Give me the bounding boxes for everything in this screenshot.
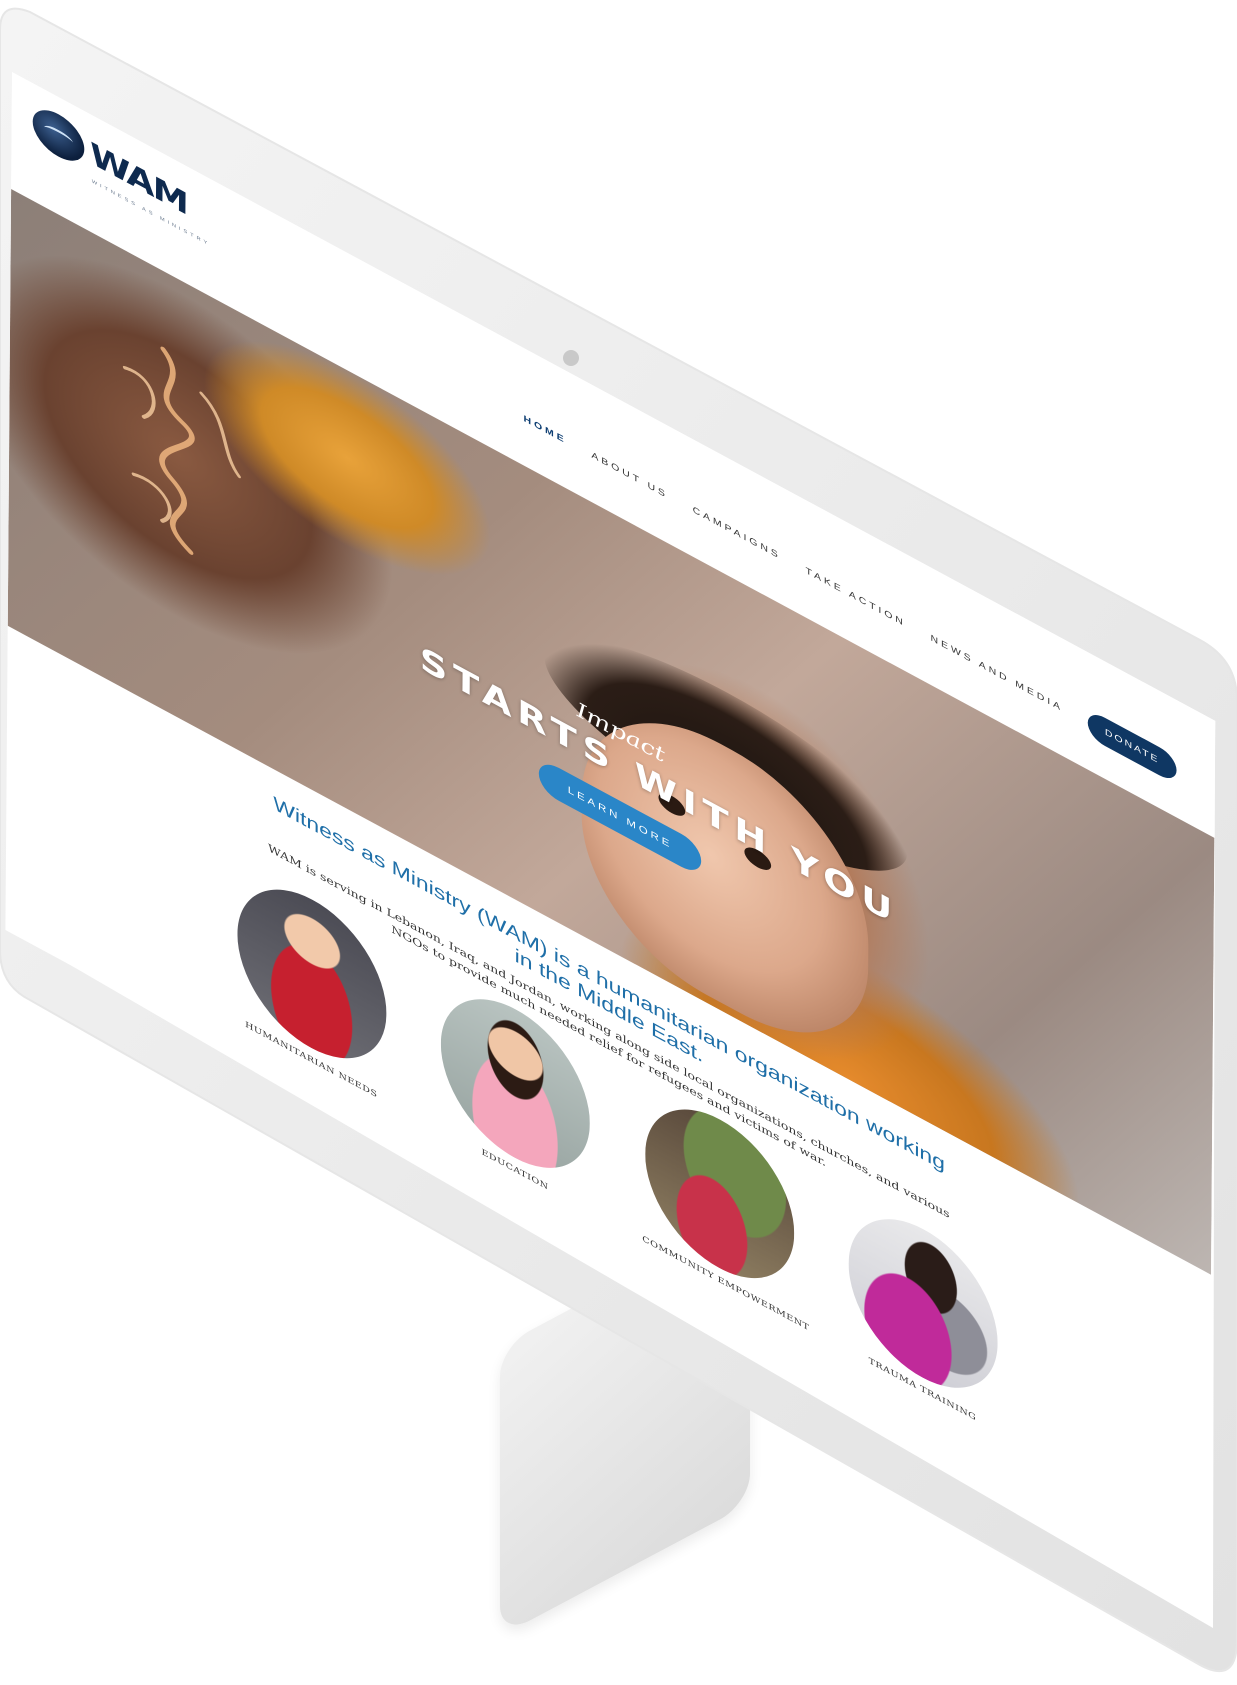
site-logo[interactable]: WAM WITNESS AS MINISTRY	[32, 100, 210, 248]
donate-button[interactable]: DONATE	[1087, 708, 1177, 785]
website-screen: WAM WITNESS AS MINISTRY HOME ABOUT US CA…	[5, 72, 1216, 1579]
nav-campaigns[interactable]: CAMPAIGNS	[693, 505, 781, 562]
nav-home[interactable]: HOME	[524, 414, 567, 447]
arabic-calligraphy-icon	[122, 346, 241, 555]
dove-globe-icon	[32, 100, 85, 171]
area-trauma-training[interactable]: TRAUMA TRAINING	[846, 1188, 1000, 1435]
nav-take-action[interactable]: TAKE ACTION	[805, 566, 905, 629]
nav-about-us[interactable]: ABOUT US	[591, 450, 668, 501]
